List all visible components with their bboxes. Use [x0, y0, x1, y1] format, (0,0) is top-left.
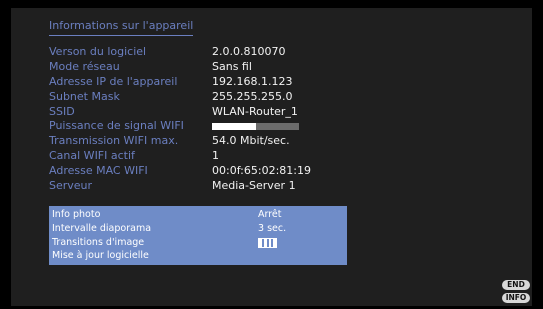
- wifi-signal-fill: [212, 123, 256, 131]
- tv-screen: Informations sur l'appareil Verson du lo…: [0, 0, 543, 309]
- device-info-list: Verson du logiciel 2.0.0.810070 Mode rés…: [49, 45, 469, 194]
- info-label: Puissance de signal WIFI: [49, 119, 184, 133]
- page-title: Informations sur l'appareil: [49, 19, 194, 36]
- info-value: 192.168.1.123: [212, 74, 293, 88]
- info-label: Serveur: [49, 179, 93, 193]
- menu-item-label: Intervalle diaporama: [52, 222, 152, 234]
- info-label: Mode réseau: [49, 59, 120, 73]
- menu-item-label: Transitions d'image: [52, 236, 145, 248]
- info-row-software-version: Verson du logiciel 2.0.0.810070: [49, 45, 469, 60]
- menu-item-slideshow-interval[interactable]: Intervalle diaporama 3 sec.: [49, 222, 347, 236]
- info-row-max-transmission: Transmission WIFI max. 54.0 Mbit/sec.: [49, 134, 469, 149]
- info-value: 255.255.255.0: [212, 89, 293, 103]
- end-key-button[interactable]: END: [502, 280, 530, 290]
- menu-item-label: Info photo: [52, 209, 101, 220]
- info-row-ip-address: Adresse IP de l'appareil 192.168.1.123: [49, 75, 469, 90]
- info-label: SSID: [49, 104, 75, 118]
- device-info-panel: Informations sur l'appareil Verson du lo…: [11, 8, 532, 306]
- info-value: 54.0 Mbit/sec.: [212, 134, 290, 148]
- info-value: Media-Server 1: [212, 179, 296, 193]
- settings-menu: Info photo Arrêt Intervalle diaporama 3 …: [49, 206, 347, 265]
- info-row-mac-address: Adresse MAC WIFI 00:0f:65:02:81:19: [49, 164, 469, 179]
- info-value: 2.0.0.810070: [212, 45, 286, 58]
- info-value: WLAN-Router_1: [212, 104, 298, 118]
- menu-item-value: Arrêt: [258, 209, 282, 220]
- info-row-wifi-channel: Canal WIFI actif 1: [49, 149, 469, 164]
- info-row-wifi-signal: Puissance de signal WIFI: [49, 119, 469, 134]
- menu-item-label: Mise à jour logicielle: [52, 250, 149, 262]
- info-row-server: Serveur Media-Server 1: [49, 179, 469, 194]
- info-value: 1: [212, 149, 219, 163]
- info-row-ssid: SSID WLAN-Router_1: [49, 105, 469, 120]
- info-row-subnet-mask: Subnet Mask 255.255.255.0: [49, 90, 469, 105]
- menu-item-value: 3 sec.: [258, 222, 287, 234]
- menu-item-image-transitions[interactable]: Transitions d'image: [49, 236, 347, 250]
- transition-bars-icon: [258, 237, 277, 248]
- info-label: Subnet Mask: [49, 89, 120, 103]
- info-value: 00:0f:65:02:81:19: [212, 164, 311, 178]
- menu-item-photo-info[interactable]: Info photo Arrêt: [49, 208, 347, 222]
- info-label: Adresse IP de l'appareil: [49, 74, 178, 88]
- info-label: Adresse MAC WIFI: [49, 164, 148, 178]
- info-key-button[interactable]: INFO: [502, 293, 530, 303]
- info-label: Canal WIFI actif: [49, 149, 135, 163]
- wifi-signal-bar: [212, 123, 299, 131]
- info-label: Transmission WIFI max.: [49, 134, 179, 148]
- info-label: Verson du logiciel: [49, 45, 147, 58]
- menu-item-software-update[interactable]: Mise à jour logicielle: [49, 249, 347, 263]
- info-value: Sans fil: [212, 59, 252, 73]
- info-row-network-mode: Mode réseau Sans fil: [49, 60, 469, 75]
